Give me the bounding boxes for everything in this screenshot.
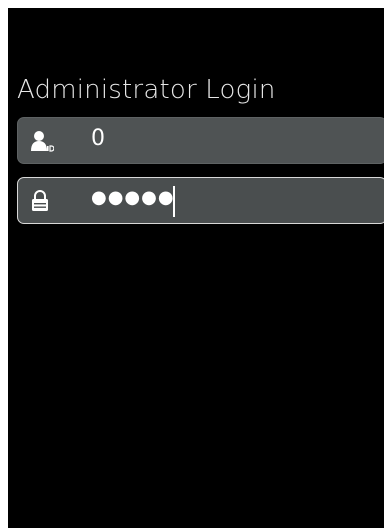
password-field[interactable]: ●●●●● — [17, 177, 384, 224]
user-id-field[interactable]: 0 — [17, 117, 384, 164]
user-id-value: 0 — [91, 126, 105, 151]
page-title: Administrator Login — [17, 75, 276, 105]
password-value: ●●●●● — [91, 187, 175, 208]
login-screen: Administrator Login 0 ●●●●● — [8, 8, 384, 528]
lock-icon — [30, 190, 54, 212]
user-id-icon — [30, 130, 55, 152]
text-cursor — [173, 186, 175, 217]
